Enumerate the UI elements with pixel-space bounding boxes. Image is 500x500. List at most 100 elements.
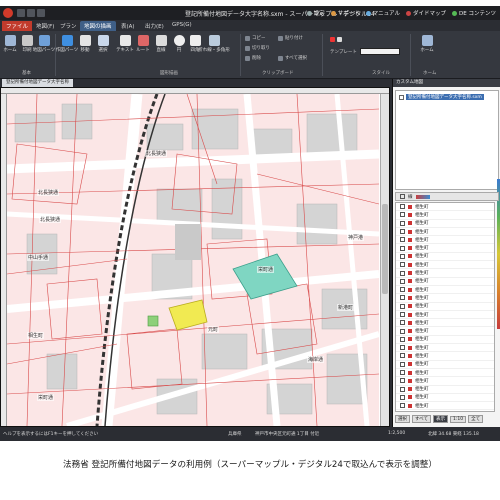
- footer-select-button[interactable]: 選択: [395, 415, 410, 423]
- checkbox-icon[interactable]: [400, 204, 405, 210]
- app-logo-icon[interactable]: [3, 8, 13, 18]
- circle-button[interactable]: 円: [172, 35, 186, 53]
- checkbox-icon[interactable]: [400, 278, 405, 284]
- checkbox-icon[interactable]: [400, 229, 405, 235]
- checkbox-icon[interactable]: [400, 320, 405, 326]
- support-link[interactable]: サポート: [330, 9, 360, 17]
- layer-row[interactable]: 相生町: [396, 244, 494, 253]
- layer-row[interactable]: 相生町: [396, 269, 494, 278]
- checkbox-icon[interactable]: [400, 328, 405, 334]
- checkbox-icon[interactable]: [400, 394, 405, 400]
- checkbox-icon[interactable]: [400, 237, 405, 243]
- layer-row[interactable]: 相生町: [396, 319, 494, 328]
- cut-button[interactable]: 切り取り: [245, 45, 270, 51]
- content-link[interactable]: DE コンテンツ: [452, 9, 496, 17]
- tab-map[interactable]: 地図(F): [32, 21, 58, 31]
- layer-row[interactable]: 相生町: [396, 377, 494, 386]
- checkbox-icon[interactable]: [400, 303, 405, 309]
- checkbox-icon[interactable]: [400, 386, 405, 392]
- checkbox-icon[interactable]: [400, 312, 405, 317]
- checkbox-icon[interactable]: [400, 262, 405, 268]
- layer-row[interactable]: 相生町: [396, 220, 494, 228]
- layer-row[interactable]: 相生町: [396, 278, 494, 286]
- layer-row[interactable]: 相生町: [396, 211, 494, 220]
- delete-button[interactable]: 削除: [245, 55, 261, 61]
- layer-row[interactable]: 相生町: [396, 236, 494, 245]
- layer-row[interactable]: 相生町: [396, 261, 494, 270]
- checkbox-icon[interactable]: [400, 253, 405, 259]
- layer-row[interactable]: 相生町: [396, 294, 494, 303]
- checkbox-icon[interactable]: [400, 220, 405, 226]
- route-button[interactable]: ルート: [136, 35, 150, 53]
- status-scale: 1:2,500: [388, 431, 406, 436]
- polyline-button[interactable]: 折れ線・多角形: [198, 35, 230, 53]
- manual-link[interactable]: マニュアル: [365, 9, 400, 17]
- tab-file[interactable]: ファイル: [2, 21, 33, 31]
- move-button[interactable]: 移動: [78, 35, 92, 53]
- checkbox-icon[interactable]: [400, 245, 405, 251]
- checkbox-icon[interactable]: [400, 378, 405, 384]
- map-scrollbar[interactable]: [380, 94, 389, 426]
- checkbox-icon[interactable]: [400, 212, 405, 218]
- layer-row[interactable]: 相生町: [396, 394, 494, 403]
- layer-row[interactable]: 相生町: [396, 203, 494, 212]
- select-button[interactable]: 選択: [96, 35, 110, 53]
- layer-row[interactable]: 相生町: [396, 286, 494, 295]
- tab-table[interactable]: 表(A): [117, 21, 139, 31]
- checkbox-icon[interactable]: [400, 336, 405, 342]
- tab-plan[interactable]: プラン: [56, 21, 81, 31]
- layer-row[interactable]: 相生町: [396, 228, 494, 237]
- paste-button[interactable]: 貼り付け: [278, 35, 303, 41]
- layer-row[interactable]: 相生町: [396, 336, 494, 345]
- layer-label: 相生町: [415, 387, 429, 393]
- scrollbar-thumb[interactable]: [382, 204, 388, 294]
- layer-row[interactable]: 相生町: [396, 344, 494, 353]
- copy-button[interactable]: コピー: [245, 35, 266, 41]
- redo-icon[interactable]: [37, 9, 45, 17]
- save-icon[interactable]: [17, 9, 25, 17]
- map-canvas[interactable]: 北長狭通 北長狭通 北長狭通 中山手通 栄町通 相生町 元町 栄町通 神戸港 海…: [7, 94, 379, 426]
- draw-parts-button[interactable]: 作図パーツ: [56, 35, 78, 53]
- undo-icon[interactable]: [27, 9, 35, 17]
- tab-gps[interactable]: GPS(G): [168, 21, 196, 31]
- checkbox-icon[interactable]: [399, 94, 404, 100]
- layer-row[interactable]: 相生町: [396, 361, 494, 369]
- line-button[interactable]: 直線: [154, 35, 168, 53]
- text-button[interactable]: テキスト: [116, 35, 134, 53]
- checkbox-icon[interactable]: [400, 194, 405, 199]
- footer-scale-button[interactable]: 1:10: [450, 415, 467, 423]
- template-select[interactable]: [360, 48, 400, 55]
- checkbox-icon[interactable]: [400, 295, 405, 301]
- map-parts-button[interactable]: 地図パーツ: [33, 35, 55, 53]
- ribbon-home-button[interactable]: ホーム: [420, 35, 434, 53]
- checkbox-icon[interactable]: [400, 370, 405, 376]
- checkbox-icon[interactable]: [400, 353, 405, 359]
- footer-display-button[interactable]: 表示: [433, 415, 449, 423]
- layer-row[interactable]: 相生町: [396, 311, 494, 320]
- layer-row[interactable]: 相生町: [396, 352, 494, 361]
- tab-drawing[interactable]: 地図の描画: [80, 21, 116, 31]
- layer-label: 相生町: [415, 337, 429, 343]
- checkbox-icon[interactable]: [400, 361, 405, 367]
- checkbox-icon[interactable]: [400, 403, 405, 409]
- layer-row[interactable]: 相生町: [396, 253, 494, 262]
- document-tab[interactable]: 登記所備付地図データ大字名称: [2, 79, 73, 87]
- footer-all-button[interactable]: すべて: [412, 415, 432, 423]
- style-swatch[interactable]: [330, 37, 342, 42]
- checkbox-icon[interactable]: [400, 270, 405, 276]
- layer-row[interactable]: 相生町: [396, 303, 494, 311]
- layer-row[interactable]: 相生町: [396, 386, 494, 394]
- checkbox-icon[interactable]: [400, 345, 405, 351]
- layer-row[interactable]: 相生町: [396, 402, 494, 411]
- tree-item[interactable]: 登記所備付地図データ大字名称.sxm: [399, 94, 484, 100]
- select-all-button[interactable]: すべて選択: [278, 55, 307, 61]
- daido-link[interactable]: ダイドマップ: [406, 9, 446, 17]
- footer-all2-button[interactable]: 全て: [468, 415, 484, 423]
- layer-row[interactable]: 相生町: [396, 327, 494, 336]
- map-view[interactable]: 北長狭通 北長狭通 北長狭通 中山手通 栄町通 相生町 元町 栄町通 神戸港 海…: [0, 87, 390, 427]
- home-button[interactable]: ホーム: [3, 35, 17, 53]
- checkbox-icon[interactable]: [400, 287, 405, 293]
- settings-link[interactable]: 設定: [306, 9, 325, 17]
- layer-row[interactable]: 相生町: [396, 369, 494, 378]
- tab-output[interactable]: 出力(E): [141, 21, 168, 31]
